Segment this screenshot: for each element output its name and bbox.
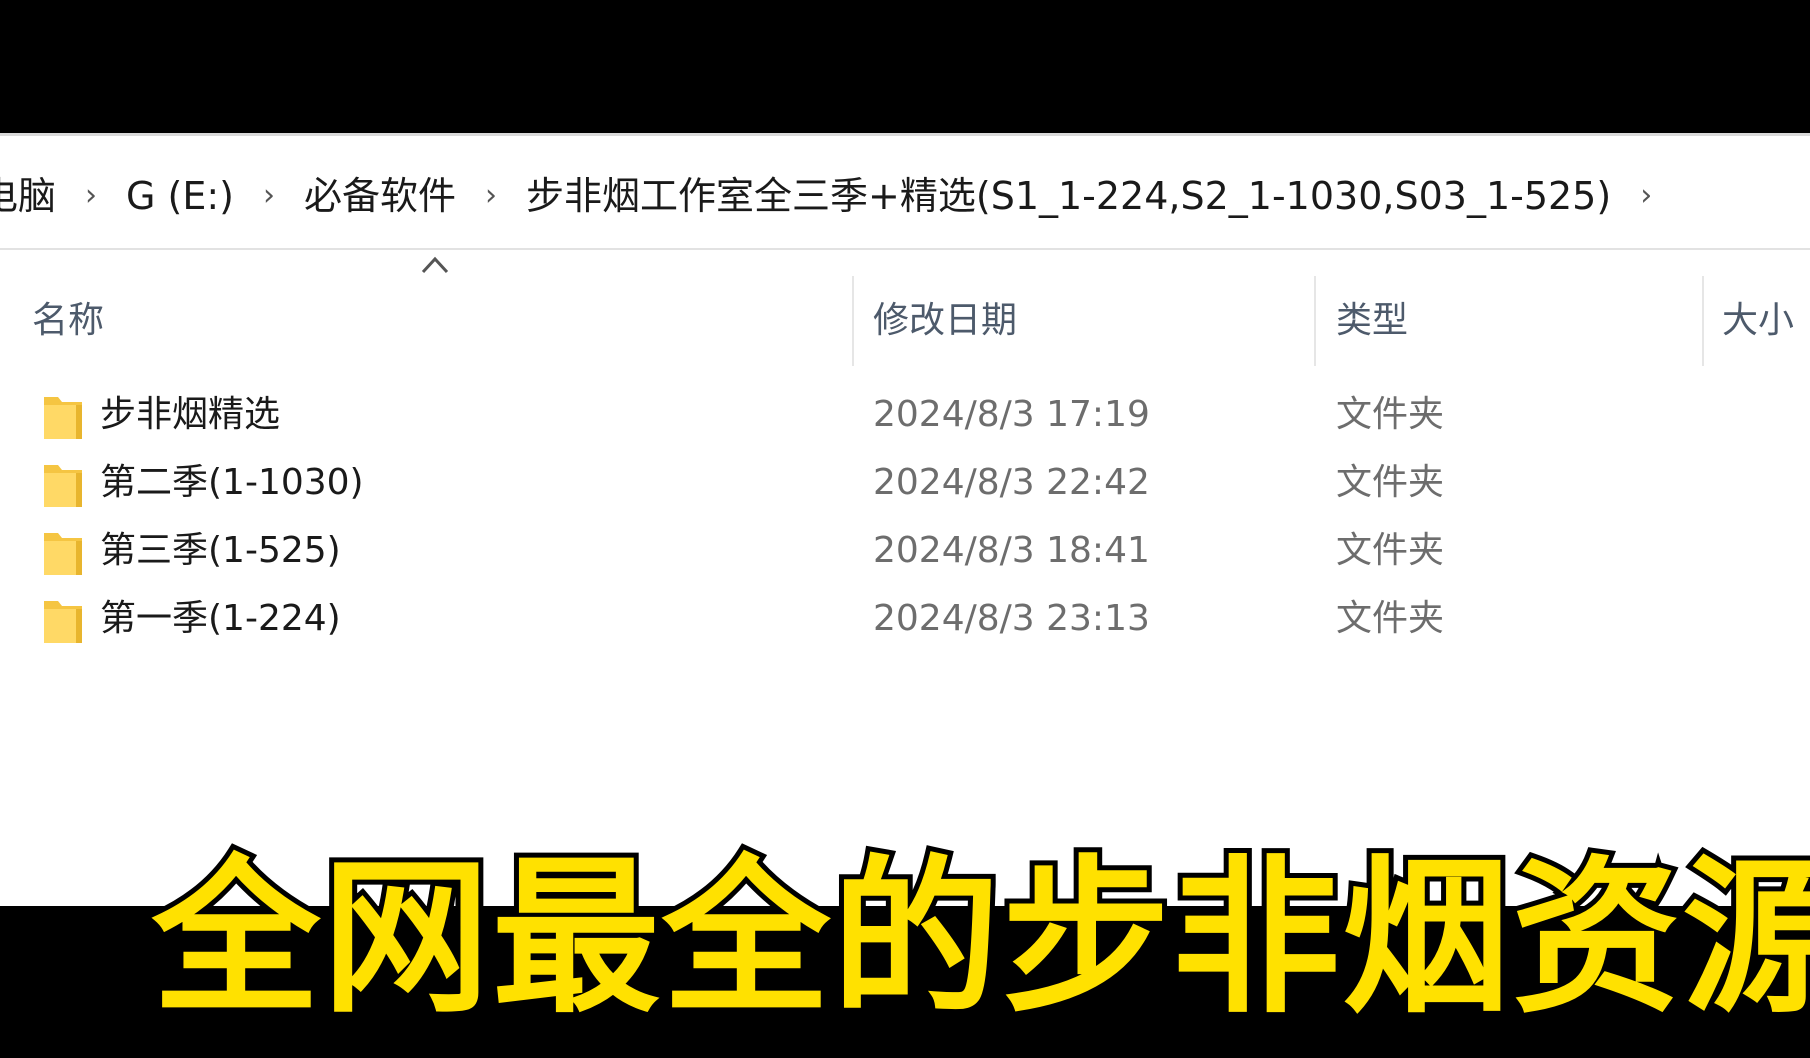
column-header-type[interactable]: 类型 — [1336, 276, 1408, 366]
sort-up-icon — [421, 256, 449, 274]
file-type: 文件夹 — [1336, 598, 1445, 639]
file-type: 文件夹 — [1336, 462, 1445, 503]
file-type: 文件夹 — [1336, 530, 1445, 571]
chevron-right-icon[interactable]: › — [1617, 144, 1675, 248]
breadcrumb: 电脑 › G (E:) › 必备软件 › 步非烟工作室全三季+精选(S1_1-2… — [0, 144, 1810, 250]
column-headers: 名称 修改日期 类型 大小 — [0, 276, 1810, 366]
breadcrumb-item-software[interactable]: 必备软件 — [298, 144, 462, 248]
file-name: 第三季(1-525) — [100, 530, 341, 571]
column-header-date[interactable]: 修改日期 — [873, 276, 1017, 366]
column-divider[interactable] — [852, 276, 854, 366]
file-row[interactable]: 第一季(1-224) 2024/8/3 23:13 文件夹 — [0, 585, 1810, 653]
file-date: 2024/8/3 23:13 — [873, 598, 1150, 639]
file-name: 步非烟精选 — [100, 394, 281, 435]
folder-icon — [44, 397, 82, 439]
chevron-right-icon[interactable]: › — [62, 144, 120, 248]
file-date: 2024/8/3 17:19 — [873, 394, 1150, 435]
chevron-right-icon[interactable]: › — [240, 144, 298, 248]
file-date: 2024/8/3 22:42 — [873, 462, 1150, 503]
file-row[interactable]: 步非烟精选 2024/8/3 17:19 文件夹 — [0, 381, 1810, 449]
breadcrumb-item-drive[interactable]: G (E:) — [120, 144, 240, 248]
folder-icon — [44, 533, 82, 575]
file-date: 2024/8/3 18:41 — [873, 530, 1150, 571]
file-name: 第二季(1-1030) — [100, 462, 364, 503]
breadcrumb-item-computer[interactable]: 电脑 — [0, 144, 62, 248]
file-type: 文件夹 — [1336, 394, 1445, 435]
column-divider[interactable] — [1314, 276, 1316, 366]
column-header-size[interactable]: 大小 — [1722, 276, 1794, 366]
file-row[interactable]: 第二季(1-1030) 2024/8/3 22:42 文件夹 — [0, 449, 1810, 517]
file-list: 步非烟精选 2024/8/3 17:19 文件夹 第二季(1-1030) 202… — [0, 381, 1810, 653]
screenshot-frame: 电脑 › G (E:) › 必备软件 › 步非烟工作室全三季+精选(S1_1-2… — [0, 0, 1810, 1058]
breadcrumb-item-current-folder[interactable]: 步非烟工作室全三季+精选(S1_1-224,S2_1-1030,S03_1-52… — [520, 144, 1617, 248]
file-row[interactable]: 第三季(1-525) 2024/8/3 18:41 文件夹 — [0, 517, 1810, 585]
file-explorer-window: 电脑 › G (E:) › 必备软件 › 步非烟工作室全三季+精选(S1_1-2… — [0, 133, 1810, 906]
column-divider[interactable] — [1702, 276, 1704, 366]
chevron-right-icon[interactable]: › — [462, 144, 520, 248]
folder-icon — [44, 465, 82, 507]
file-name: 第一季(1-224) — [100, 598, 341, 639]
video-caption: 全网最全的步非烟资源 — [147, 835, 1810, 1041]
folder-icon — [44, 601, 82, 643]
column-header-name[interactable]: 名称 — [32, 276, 104, 366]
